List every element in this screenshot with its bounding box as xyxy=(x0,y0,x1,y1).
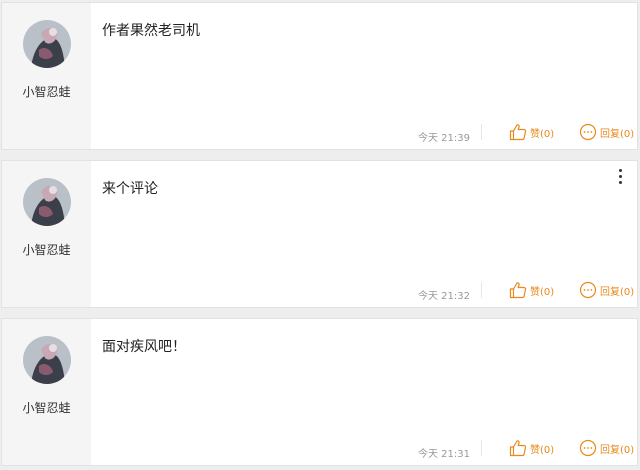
more-dot-icon xyxy=(618,169,622,172)
username[interactable]: 小智忍蛙 xyxy=(2,399,91,416)
comment-text: 来个评论 xyxy=(102,181,158,197)
comment-timestamp: 今天 21:31 xyxy=(418,449,470,460)
reply-bubble-icon xyxy=(579,123,597,141)
reply-count-label: 回复(0) xyxy=(600,444,635,456)
username[interactable]: 小智忍蛙 xyxy=(2,83,91,100)
author-column: 小智忍蛙 xyxy=(2,161,91,307)
like-count-label: 赞(0) xyxy=(530,128,555,140)
comment-text: 作者果然老司机 xyxy=(102,23,200,39)
comment-card: 小智忍蛙 作者果然老司机 今天 21:39 赞(0) 回复(0) xyxy=(1,2,638,150)
thumbs-up-icon xyxy=(509,440,527,457)
footer-divider xyxy=(481,282,482,298)
comment-timestamp: 今天 21:32 xyxy=(418,291,470,302)
comment-card: 小智忍蛙 来个评论 今天 21:32 赞(0) 回复(0) xyxy=(1,160,638,308)
more-options-button[interactable] xyxy=(615,167,625,189)
author-column: 小智忍蛙 xyxy=(2,3,91,149)
avatar[interactable] xyxy=(23,20,71,68)
like-button[interactable]: 赞(0) xyxy=(509,121,554,143)
author-column: 小智忍蛙 xyxy=(2,319,91,465)
avatar-icon xyxy=(23,178,71,226)
avatar[interactable] xyxy=(23,178,71,226)
like-count-label: 赞(0) xyxy=(530,444,555,456)
footer-divider xyxy=(481,440,482,456)
comment-card: 小智忍蛙 面对疾风吧！ 今天 21:31 赞(0) 回复(0) xyxy=(1,318,638,466)
comment-text: 面对疾风吧！ xyxy=(102,339,186,355)
more-dot-icon xyxy=(618,175,622,178)
like-count-label: 赞(0) xyxy=(530,286,555,298)
avatar-icon xyxy=(23,336,71,384)
reply-bubble-icon xyxy=(579,439,597,457)
like-button[interactable]: 赞(0) xyxy=(509,279,554,301)
comment-timestamp: 今天 21:39 xyxy=(418,133,470,144)
reply-button[interactable]: 回复(0) xyxy=(579,279,634,301)
reply-count-label: 回复(0) xyxy=(600,286,635,298)
avatar[interactable] xyxy=(23,336,71,384)
more-dot-icon xyxy=(618,181,622,184)
thumbs-up-icon xyxy=(509,124,527,141)
like-button[interactable]: 赞(0) xyxy=(509,437,554,459)
thumbs-up-icon xyxy=(509,282,527,299)
avatar-icon xyxy=(23,20,71,68)
username[interactable]: 小智忍蛙 xyxy=(2,241,91,258)
reply-bubble-icon xyxy=(579,281,597,299)
reply-button[interactable]: 回复(0) xyxy=(579,437,634,459)
footer-divider xyxy=(481,124,482,140)
reply-count-label: 回复(0) xyxy=(600,128,635,140)
reply-button[interactable]: 回复(0) xyxy=(579,121,634,143)
